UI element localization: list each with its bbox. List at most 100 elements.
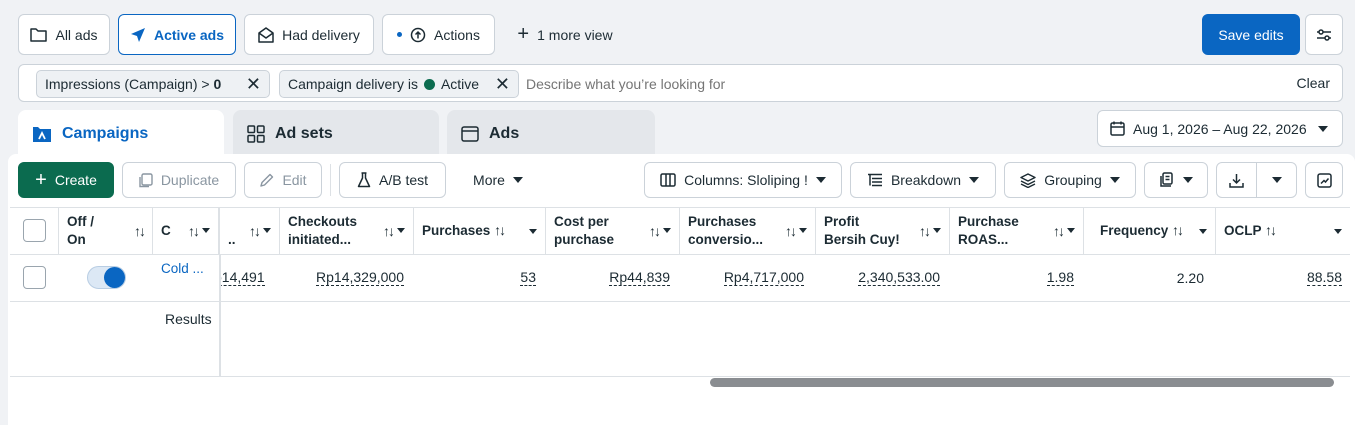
close-icon[interactable]: ✕ [246, 75, 261, 93]
filter-bar[interactable]: Impressions (Campaign) > 0 ✕ Campaign de… [18, 64, 1343, 102]
filter-search-input[interactable] [526, 71, 1226, 97]
col-header-partial-label: .. [228, 231, 236, 247]
col-header-purchase-roas-label: Purchase ROAS... [958, 213, 1019, 247]
row-checkbox[interactable] [23, 266, 46, 289]
create-button[interactable]: + Create [18, 162, 114, 198]
sort-icon[interactable]: ↑↓ [188, 222, 200, 241]
tab-campaigns[interactable]: Campaigns [18, 110, 224, 158]
filter-chip-impressions[interactable]: Impressions (Campaign) > 0 ✕ [36, 70, 270, 98]
more-views-button[interactable]: + 1 more view [505, 14, 625, 55]
clear-filters-link[interactable]: Clear [1297, 75, 1330, 91]
view-active-ads[interactable]: Active ads [118, 14, 236, 55]
calendar-icon [1110, 121, 1125, 136]
chevron-down-icon [815, 177, 826, 183]
close-icon[interactable]: ✕ [495, 75, 510, 93]
grid-icon [247, 125, 265, 143]
export-button-group[interactable] [1216, 162, 1297, 198]
col-header-campaign-label: C [161, 222, 171, 238]
col-header-oclp-label: OCLP ↑↓ [1224, 222, 1277, 239]
plus-icon: + [517, 23, 530, 45]
sort-icon[interactable]: ↑↓ [919, 222, 931, 241]
col-header-partial[interactable]: .. ↑↓ [220, 207, 280, 255]
sort-icon[interactable]: ↑↓ [249, 222, 261, 241]
reports-dropdown[interactable] [1144, 162, 1208, 198]
chevron-down-icon[interactable] [263, 228, 271, 234]
col-header-cost-per-purchase[interactable]: Cost per purchase ↑↓ [546, 207, 680, 255]
date-range-picker[interactable]: Aug 1, 2026 – Aug 22, 2026 [1097, 110, 1343, 147]
col-header-profit-label: Profit Bersih Cuy! [824, 213, 900, 247]
view-had-delivery[interactable]: Had delivery [244, 14, 374, 55]
chevron-down-icon[interactable] [1067, 228, 1075, 234]
columns-label: Columns: Sloliping ! [684, 172, 808, 188]
sort-icon[interactable]: ↑↓ [134, 222, 146, 241]
duplicate-button[interactable]: Duplicate [122, 162, 236, 198]
cell-purchases-value: 53 [520, 269, 536, 286]
tab-ads[interactable]: Ads [447, 110, 655, 158]
cell-purchases-conversion-value: Rp4,717,000 [723, 269, 804, 286]
cell-purchases: 53 [414, 254, 546, 302]
select-all-checkbox[interactable] [23, 219, 46, 242]
col-header-campaign[interactable]: C ↑↓ [153, 207, 220, 255]
sort-icon[interactable]: ↑↓ [494, 222, 506, 238]
chevron-down-icon[interactable] [1199, 228, 1207, 234]
col-header-purchases-conversion[interactable]: Purchases conversio... ↑↓ [680, 207, 816, 255]
chevron-down-icon[interactable] [799, 228, 807, 234]
col-header-frequency-label: Frequency ↑↓ [1100, 222, 1184, 239]
col-header-off-on-label: Off / On [67, 213, 94, 247]
col-header-purchase-roas[interactable]: Purchase ROAS... ↑↓ [950, 207, 1084, 255]
export-button[interactable] [1217, 163, 1257, 197]
chevron-down-icon[interactable] [202, 228, 210, 234]
flask-icon [357, 172, 371, 188]
breakdown-dropdown[interactable]: Breakdown [850, 162, 996, 198]
cell-frequency-value: 2.20 [1176, 269, 1204, 286]
filter-chip-delivery[interactable]: Campaign delivery is Active ✕ [279, 70, 519, 98]
col-header-off-on[interactable]: Off / On ↑↓ [59, 207, 153, 255]
campaign-name-link[interactable]: Cold ... [161, 261, 204, 276]
chevron-down-icon[interactable] [1334, 228, 1342, 234]
grouping-label: Grouping [1044, 172, 1102, 188]
col-header-frequency[interactable]: Frequency ↑↓ [1084, 207, 1216, 255]
export-options-dropdown[interactable] [1257, 163, 1296, 197]
chevron-down-icon[interactable] [933, 228, 941, 234]
sort-icon[interactable]: ↑↓ [1172, 222, 1184, 238]
plus-icon: + [35, 168, 47, 191]
more-views-label: 1 more view [537, 26, 613, 43]
sort-icon[interactable]: ↑↓ [785, 222, 797, 241]
save-edits-button[interactable]: Save edits [1202, 14, 1300, 55]
download-icon [1229, 173, 1244, 188]
view-all-ads[interactable]: All ads [18, 14, 110, 55]
more-button[interactable]: More [458, 162, 538, 198]
ab-test-button[interactable]: A/B test [339, 162, 446, 198]
col-header-oclp[interactable]: OCLP ↑↓ [1216, 207, 1350, 255]
view-settings-button[interactable] [1305, 14, 1343, 55]
ab-test-label: A/B test [378, 172, 429, 188]
duplicate-icon [139, 172, 153, 187]
grouping-dropdown[interactable]: Grouping [1004, 162, 1136, 198]
chart-trend-icon [1316, 172, 1332, 188]
horizontal-scrollbar-thumb[interactable] [710, 378, 1334, 387]
chevron-down-icon[interactable] [663, 228, 671, 234]
save-edits-label: Save edits [1218, 26, 1284, 43]
sort-icon[interactable]: ↑↓ [649, 222, 661, 241]
cell-oclp-value: 88.58 [1306, 269, 1342, 286]
columns-dropdown[interactable]: Columns: Sloliping ! [644, 162, 842, 198]
cell-partial: p14,491 [220, 254, 280, 302]
layers-icon [1020, 172, 1036, 188]
chevron-down-icon[interactable] [529, 228, 537, 234]
col-header-checkouts[interactable]: Checkouts initiated... ↑↓ [280, 207, 414, 255]
ad-window-icon [461, 126, 479, 142]
chevron-down-icon [1271, 177, 1282, 183]
campaign-toggle[interactable] [87, 266, 126, 289]
sort-icon[interactable]: ↑↓ [1265, 222, 1277, 238]
view-actions[interactable]: Actions [382, 14, 495, 55]
tab-ad-sets[interactable]: Ad sets [233, 110, 439, 158]
chevron-down-icon[interactable] [397, 228, 405, 234]
sort-icon[interactable]: ↑↓ [383, 222, 395, 241]
columns-icon [660, 173, 676, 187]
col-header-profit[interactable]: Profit Bersih Cuy! ↑↓ [816, 207, 950, 255]
col-header-purchases[interactable]: Purchases ↑↓ [414, 207, 546, 255]
edit-button[interactable]: Edit [244, 162, 322, 198]
view-charts-button[interactable] [1305, 162, 1343, 198]
sort-icon[interactable]: ↑↓ [1053, 222, 1065, 241]
chevron-down-icon [512, 177, 523, 183]
